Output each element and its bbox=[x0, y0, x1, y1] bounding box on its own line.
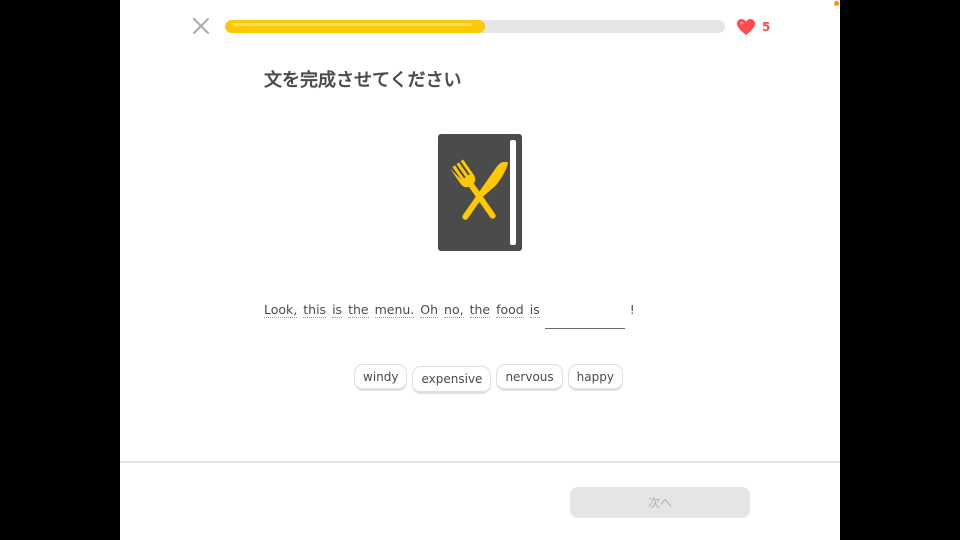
sentence-word[interactable]: the bbox=[469, 296, 491, 318]
sentence-word[interactable]: menu. bbox=[374, 296, 415, 318]
sentence-word[interactable]: this bbox=[303, 296, 327, 318]
choice-windy[interactable]: windy bbox=[354, 364, 408, 391]
choice-happy[interactable]: happy bbox=[567, 364, 623, 391]
sentence-word[interactable]: is bbox=[529, 296, 540, 318]
notification-dot bbox=[834, 1, 839, 6]
menu-illustration bbox=[438, 133, 524, 257]
sentence-word[interactable]: no, bbox=[444, 296, 464, 318]
heart-icon bbox=[737, 19, 755, 35]
progress-bar bbox=[225, 20, 725, 33]
choice-nervous[interactable]: nervous bbox=[496, 364, 563, 391]
hearts-count: 5 bbox=[762, 20, 771, 34]
answer-blank[interactable] bbox=[544, 296, 625, 329]
sentence-end-punct: ! bbox=[629, 302, 635, 317]
sentence-word[interactable]: the bbox=[348, 296, 369, 318]
lesson-screen: 5 文を完成させてください Look, this is the menu. Oh no, th… bbox=[120, 0, 840, 540]
close-button[interactable] bbox=[190, 15, 212, 37]
close-icon bbox=[192, 17, 210, 35]
sentence: Look, this is the menu. Oh no, the food is! bbox=[264, 296, 635, 332]
word-bank: windy expensive nervous happy bbox=[354, 364, 623, 394]
progress-shine bbox=[233, 23, 473, 26]
sentence-word[interactable]: food bbox=[496, 296, 524, 318]
choice-expensive[interactable]: expensive bbox=[412, 366, 492, 394]
footer-divider bbox=[120, 461, 840, 463]
sentence-word[interactable]: Look, bbox=[264, 296, 298, 318]
next-button[interactable]: 次へ bbox=[570, 487, 750, 518]
sentence-word[interactable]: Oh bbox=[420, 296, 439, 318]
prompt-title: 文を完成させてください bbox=[264, 70, 462, 91]
sentence-word[interactable]: is bbox=[332, 296, 343, 318]
progress-fill bbox=[225, 20, 485, 33]
menu-book-icon bbox=[438, 134, 522, 251]
hearts-counter[interactable]: 5 bbox=[736, 17, 770, 37]
